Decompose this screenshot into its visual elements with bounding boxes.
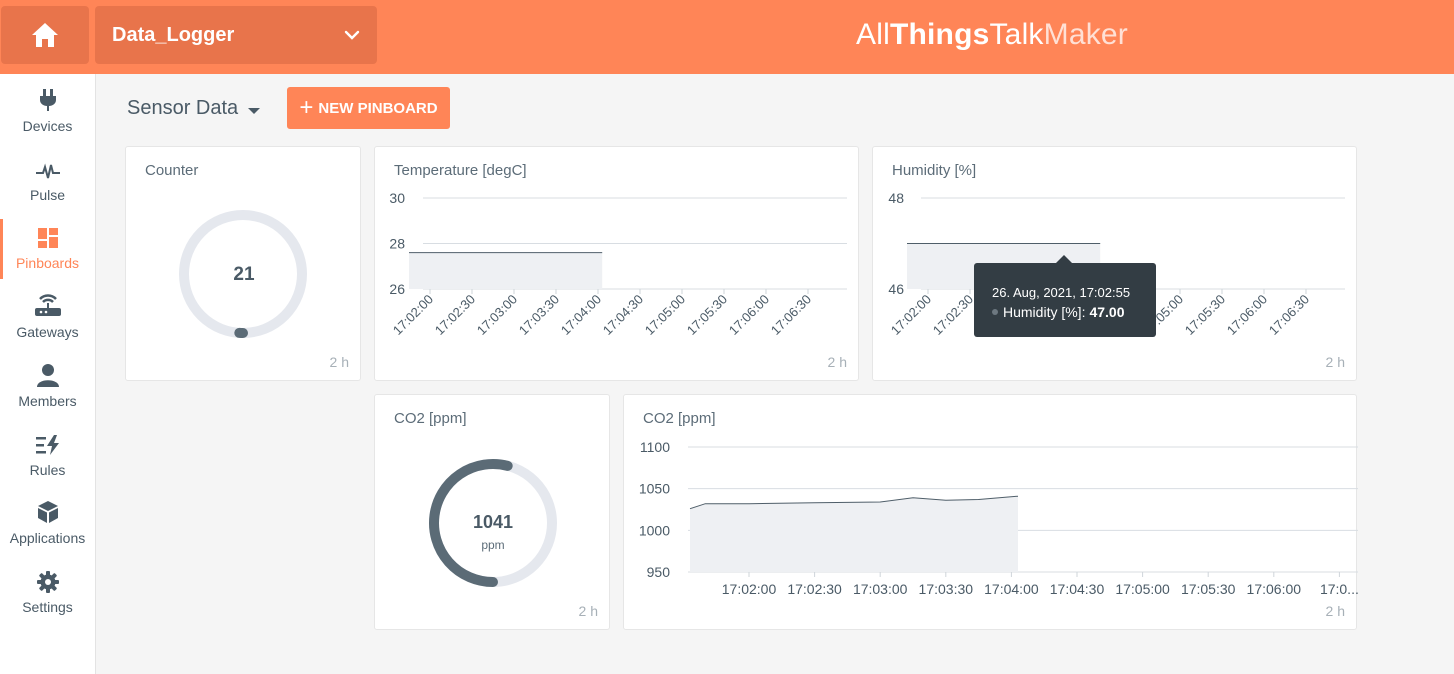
y-tick-label: 1050 [639, 481, 670, 497]
sidebar-item-settings[interactable]: Settings [0, 563, 95, 625]
x-tick-label: 17:04:30 [600, 292, 646, 338]
series-dot-icon [992, 309, 998, 315]
x-tick-label: 17:04:00 [984, 581, 1039, 597]
x-tick-label: 17:04:30 [1050, 581, 1105, 597]
x-tick-label: 17:06:30 [768, 292, 814, 338]
x-tick-label: 17:02:30 [930, 292, 976, 338]
time-range-label: 2 h [827, 354, 847, 370]
x-tick-label: 17:03:30 [516, 292, 562, 338]
rules-icon [35, 435, 59, 455]
y-tick-label: 30 [389, 190, 405, 206]
pinboard-select[interactable]: Sensor Data [127, 97, 261, 120]
x-tick-label: 17:02:00 [888, 292, 934, 338]
sidebar-item-label: Applications [9, 530, 86, 546]
brand-part-talk: Talk [989, 18, 1044, 51]
temperature-chart: 30282617:02:0017:02:3017:03:0017:03:3017… [389, 190, 847, 338]
sidebar-item-members[interactable]: Members [0, 357, 95, 419]
new-pinboard-button[interactable]: + NEW PINBOARD [287, 87, 450, 129]
x-tick-label: 17:02:00 [390, 292, 436, 338]
x-tick-label: 17:06:00 [1224, 292, 1270, 338]
pulse-icon [35, 163, 60, 179]
chart-tooltip: 26. Aug, 2021, 17:02:55 Humidity [%]: 47… [974, 255, 1156, 337]
cube-icon [37, 501, 58, 523]
x-tick-label: 17:05:00 [1115, 581, 1170, 597]
y-tick-label: 950 [647, 564, 671, 580]
x-tick-label: 17:02:30 [787, 581, 842, 597]
sidebar-item-devices[interactable]: Devices [0, 82, 95, 144]
x-tick-label: 17:03:00 [474, 292, 520, 338]
tooltip-value: 47.00 [1089, 304, 1125, 320]
sidebar-item-label: Settings [22, 599, 73, 615]
person-icon [36, 364, 59, 387]
tooltip-label: Humidity [%]: [1003, 304, 1086, 320]
co2-value: 1041 [472, 512, 514, 532]
temperature-card[interactable]: Temperature [degC] 30 28 26 17:02:00 17:02:3… [374, 146, 859, 381]
x-tick-label: 17:0... [1320, 581, 1358, 597]
x-tick-label: 17:02:00 [722, 581, 777, 597]
co2-unit: ppm [481, 538, 505, 552]
plug-icon [39, 89, 56, 111]
y-tick-label: 46 [888, 281, 904, 297]
router-icon [34, 294, 61, 316]
x-tick-label: 17:06:00 [726, 292, 772, 338]
sidebar-item-gateways[interactable]: Gateways [0, 288, 95, 350]
pinboards-icon [37, 228, 58, 248]
counter-card[interactable]: Counter 21 2 h [125, 146, 361, 381]
gear-icon [36, 571, 59, 593]
sidebar-item-label: Members [18, 393, 77, 409]
x-tick-label: 17:05:30 [684, 292, 730, 338]
home-icon [32, 23, 58, 47]
new-pinboard-label: NEW PINBOARD [318, 99, 438, 117]
sidebar-item-applications[interactable]: Applications [0, 494, 95, 556]
sidebar-item-label: Pulse [29, 187, 66, 203]
x-tick-label: 17:02:30 [432, 292, 478, 338]
time-range-label: 2 h [1325, 354, 1345, 370]
x-tick-label: 17:03:30 [919, 581, 974, 597]
caret-down-icon [248, 107, 261, 114]
series-area [409, 252, 603, 289]
x-tick-label: 17:06:00 [1247, 581, 1302, 597]
sidebar-item-label: Pinboards [15, 255, 80, 271]
co2-chart: 1100 1050 1000 950 17:02:00 17:02:30 17:03:00 1… [639, 439, 1358, 597]
y-tick-label: 1000 [639, 522, 670, 538]
plus-icon: + [299, 94, 314, 121]
sidebar-item-label: Devices [22, 118, 73, 134]
sidebar-item-pinboards[interactable]: Pinboards [0, 219, 95, 281]
co2-chart-card[interactable]: CO2 [ppm] 1100 1050 1000 950 17:02:00 17:02:3… [623, 394, 1358, 630]
brand-logo: AllThingsTalkMaker [856, 18, 1128, 52]
x-tick-label: 17:05:30 [1182, 292, 1228, 338]
x-tick-label: 17:03:00 [853, 581, 908, 597]
x-tick-label: 17:05:30 [1181, 581, 1236, 597]
brand-part-all: All [856, 18, 890, 51]
y-tick-label: 26 [389, 281, 405, 297]
sidebar-item-rules[interactable]: Rules [0, 426, 95, 488]
home-button[interactable] [1, 6, 89, 64]
chevron-down-icon [344, 30, 360, 40]
tooltip-date: 26. Aug, 2021, 17:02:55 [992, 285, 1131, 300]
brand-part-maker: Maker [1043, 18, 1128, 51]
sidebar-item-label: Rules [29, 462, 66, 478]
x-tick-label: 17:05:00 [642, 292, 688, 338]
sidebar-item-label: Gateways [16, 324, 79, 340]
pinboard-name: Sensor Data [127, 97, 239, 119]
x-tick-label: 17:06:30 [1266, 292, 1312, 338]
time-range-label: 2 h [329, 354, 349, 370]
time-range-label: 2 h [578, 603, 598, 619]
y-tick-label: 28 [389, 236, 405, 252]
sidebar: Devices Pulse Pinboards Gateways Members [0, 74, 96, 674]
co2-gauge-card[interactable]: CO2 [ppm] 1041 ppm 2 h [374, 394, 610, 630]
brand-part-things: Things [889, 18, 990, 51]
top-header: Data_Logger AllThingsTalkMaker [0, 0, 1454, 74]
sidebar-item-pulse[interactable]: Pulse [0, 151, 95, 213]
time-range-label: 2 h [1325, 603, 1345, 619]
counter-value: 21 [233, 264, 255, 285]
y-tick-label: 1100 [640, 439, 670, 455]
device-select-label: Data_Logger [112, 23, 235, 46]
y-tick-label: 48 [888, 190, 904, 206]
series-area [690, 496, 1018, 572]
x-tick-label: 17:04:00 [558, 292, 604, 338]
device-select[interactable]: Data_Logger [95, 6, 377, 64]
